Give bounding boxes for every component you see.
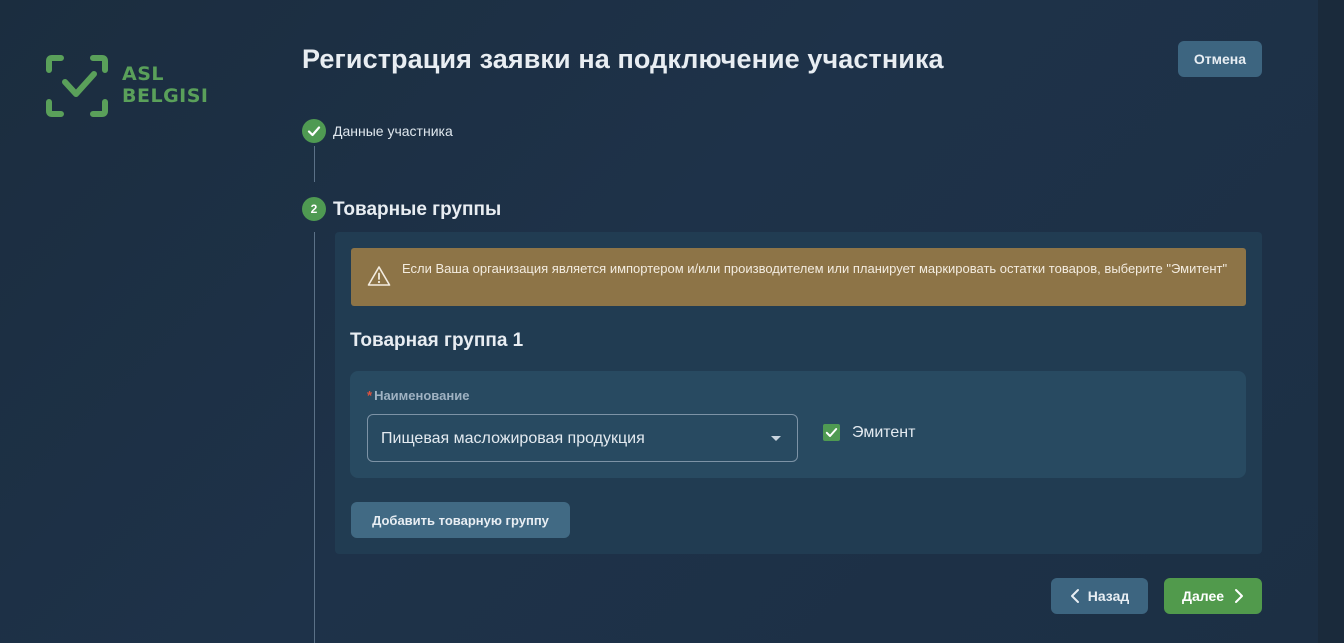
step-2-label: Товарные группы <box>333 199 502 220</box>
step-1-label[interactable]: Данные участника <box>333 123 453 139</box>
step-2-number-badge: 2 <box>302 197 326 221</box>
back-button[interactable]: Назад <box>1051 578 1148 614</box>
cancel-button[interactable]: Отмена <box>1178 41 1262 77</box>
importer-warning-alert: Если Ваша организация является импортеро… <box>351 248 1246 306</box>
required-asterisk: * <box>367 388 373 403</box>
logo-line-2: BELGISI <box>122 85 209 107</box>
name-label-text: Наименование <box>374 388 470 403</box>
logo-scan-icon <box>46 55 108 117</box>
name-field-label: * Наименование <box>367 388 469 403</box>
product-groups-panel: Если Ваша организация является импортеро… <box>335 232 1262 554</box>
product-group-title: Товарная группа 1 <box>350 330 524 351</box>
asl-belgisi-logo: ASL BELGISI <box>45 54 225 120</box>
stepper-connector-1 <box>314 146 315 182</box>
scrollbar[interactable] <box>1318 0 1344 643</box>
stepper-connector-2 <box>314 232 315 643</box>
next-button[interactable]: Далее <box>1164 578 1262 614</box>
next-label: Далее <box>1181 588 1225 604</box>
emitent-label[interactable]: Эмитент <box>852 424 915 442</box>
chevron-right-icon <box>1235 589 1244 603</box>
step-completed-check-icon <box>302 119 326 143</box>
logo-line-1: ASL <box>122 63 164 85</box>
caret-down-icon[interactable] <box>771 436 781 441</box>
checkmark-icon <box>825 428 838 437</box>
product-group-name-select[interactable]: Пищевая масложировая продукция <box>367 414 798 462</box>
logo-wordmark: ASL BELGISI <box>122 63 209 107</box>
select-value: Пищевая масложировая продукция <box>381 430 645 447</box>
add-product-group-button[interactable]: Добавить товарную группу <box>351 502 570 538</box>
alert-text: Если Ваша организация является импортеро… <box>402 261 1228 276</box>
emitent-checkbox[interactable] <box>823 424 840 441</box>
page-title: Регистрация заявки на подключение участн… <box>302 44 944 74</box>
back-label: Назад <box>1087 588 1130 604</box>
warning-triangle-icon <box>367 265 391 292</box>
product-group-card: * Наименование Пищевая масложировая проду… <box>350 371 1246 478</box>
chevron-left-icon <box>1070 589 1079 603</box>
